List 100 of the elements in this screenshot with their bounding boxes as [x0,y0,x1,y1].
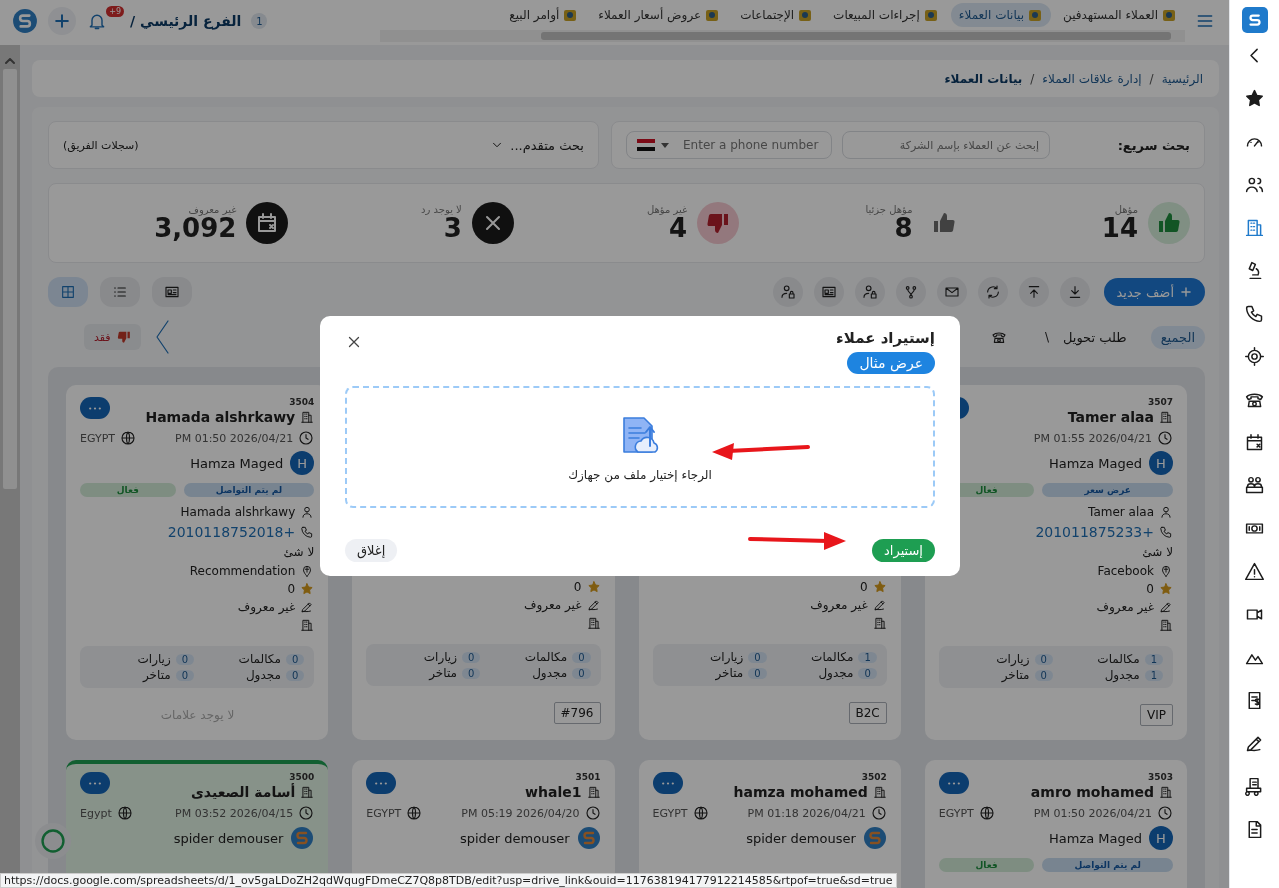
id-card-button[interactable] [814,277,845,307]
phone-placeholder: Enter a phone number [683,138,819,152]
list-view-button[interactable] [100,277,140,307]
country: EGYPT [652,806,688,820]
country: EGYPT [938,806,974,820]
building-icon [586,785,601,799]
logo-icon[interactable] [1241,7,1268,33]
more-button[interactable] [80,397,110,419]
building-icon [1159,618,1173,632]
activity-label: مكالمات [811,650,854,664]
mail-button[interactable] [937,277,968,307]
activity-label: مكالمات [238,652,281,666]
budget-value: غير معروف [1096,600,1154,614]
telephone-icon[interactable] [990,329,1007,345]
owner-name: spider demouser [173,830,284,846]
chevron-icon [154,320,169,354]
count-badge: 0 [748,651,767,663]
globe-icon [692,805,709,821]
more-button[interactable] [938,772,969,794]
grid-icon [60,284,76,300]
more-button[interactable] [366,772,397,794]
breadcrumb-link[interactable]: إدارة علاقات العملاء [1042,71,1142,86]
logo-icon[interactable] [12,8,38,34]
record-number: 3502 [861,772,887,782]
stat-value: 3,092 [154,214,237,243]
customer-name[interactable]: hamza mohamed [733,784,868,800]
advanced-search-dropdown[interactable]: بحث متقدم... [490,137,584,153]
lost-filter-tab[interactable]: فقد [84,324,141,350]
record-number: 3504 [289,397,315,407]
activity-label: مجدول [818,666,854,680]
vertical-scrollbar[interactable] [0,45,20,874]
stat-value: 4 [669,214,688,243]
customer-name[interactable]: أسامة الصعيدى [191,784,296,800]
refresh-button[interactable] [978,277,1009,307]
breadcrumb-link[interactable]: الرئيسية [1161,71,1203,86]
nav-tab[interactable]: عروض أسعار العملاء [590,3,729,27]
user-lock-button[interactable] [855,277,886,307]
customer-name[interactable]: Tamer alaa [1067,409,1154,425]
more-button[interactable] [652,772,683,794]
branch-name[interactable]: الفرع الرئيسي / [130,13,242,29]
dropzone-hint: الرجاء إختيار ملف من جهازك [568,468,712,482]
building-icon [872,785,887,799]
status-tag: لم يتم التواصل [183,483,315,497]
close-button[interactable]: إغلاق [345,539,398,562]
activity-label: متاخر [1001,668,1030,682]
stat-label: مؤهل جزئيا [865,203,913,215]
add-button[interactable] [48,7,76,35]
phone-link[interactable]: 201011875233+ [1035,524,1154,540]
filter-tab[interactable]: الجميع [1150,325,1205,349]
upload-button[interactable] [1019,277,1050,307]
breadcrumb-link[interactable]: بيانات العملاء [944,71,1023,86]
dialog-title: إستيراد عملاء [836,329,935,347]
id-card-icon [164,284,180,300]
stat-value: 3 [443,214,462,243]
rating-value: 0 [287,582,296,596]
pin-icon [1159,564,1173,578]
quick-search-label: بحث سريع: [1117,137,1190,153]
clock-icon [1157,430,1173,446]
phone-link[interactable]: 2010118752018+ [167,524,296,540]
branch-button[interactable] [896,277,927,307]
horizontal-scrollbar[interactable] [380,30,1185,42]
building-icon [586,616,601,630]
nav-tab[interactable]: أوامر البيع [501,3,587,27]
file-dropzone[interactable]: الرجاء إختيار ملف من جهازك [345,386,935,508]
nav-tab[interactable]: العملاء المستهدفين [1055,3,1185,27]
company-search-field[interactable]: إبحث عن العملاء بإسم الشركة [842,131,1050,159]
rating-value: 0 [860,580,868,594]
import-button[interactable]: إستيراد [872,539,935,562]
globe-icon [406,805,423,821]
breadcrumb-separator: / [1149,71,1154,86]
user-file-button[interactable] [773,277,804,307]
contact-name: Tamer alaa [1088,505,1154,519]
building-icon [1159,410,1173,424]
customer-name[interactable]: whale1 [525,784,582,800]
logo-icon [576,826,601,850]
grid-view-button[interactable] [48,277,88,307]
notification-badge: +9 [106,6,124,17]
download-button[interactable] [1060,277,1091,307]
nav-tab[interactable]: بيانات العملاء [950,3,1052,27]
pen-icon [872,598,887,612]
filter-tab[interactable]: طلب تحويل \ [1034,325,1137,349]
mail-icon [944,284,961,300]
customer-name[interactable]: amro mohamed [1030,784,1154,800]
stat-label: غير معروف [188,203,237,215]
created-date: PM 03:52 2026/04/15 [175,806,294,820]
logo-icon [290,826,315,850]
team-records-label: (سجلات الفريق) [63,138,139,152]
customer-name[interactable]: Hamada alshrkawy [145,409,296,425]
status-tag: فعال [938,858,1035,872]
more-button[interactable] [80,772,110,794]
count-badge: 0 [858,667,877,679]
add-new-button[interactable]: أضف جديد [1104,278,1205,306]
count-badge: 0 [1034,653,1053,665]
created-date: PM 05:19 2026/04/20 [461,806,580,820]
phone-field[interactable]: Enter a phone number [626,131,832,159]
nav-tab[interactable]: إجراءات المبيعات [825,3,947,27]
nav-tab[interactable]: الإجتماعات [732,3,822,27]
person-icon [300,505,315,519]
card-view-button[interactable] [152,277,192,307]
show-example-button[interactable]: عرض مثال [847,352,935,374]
